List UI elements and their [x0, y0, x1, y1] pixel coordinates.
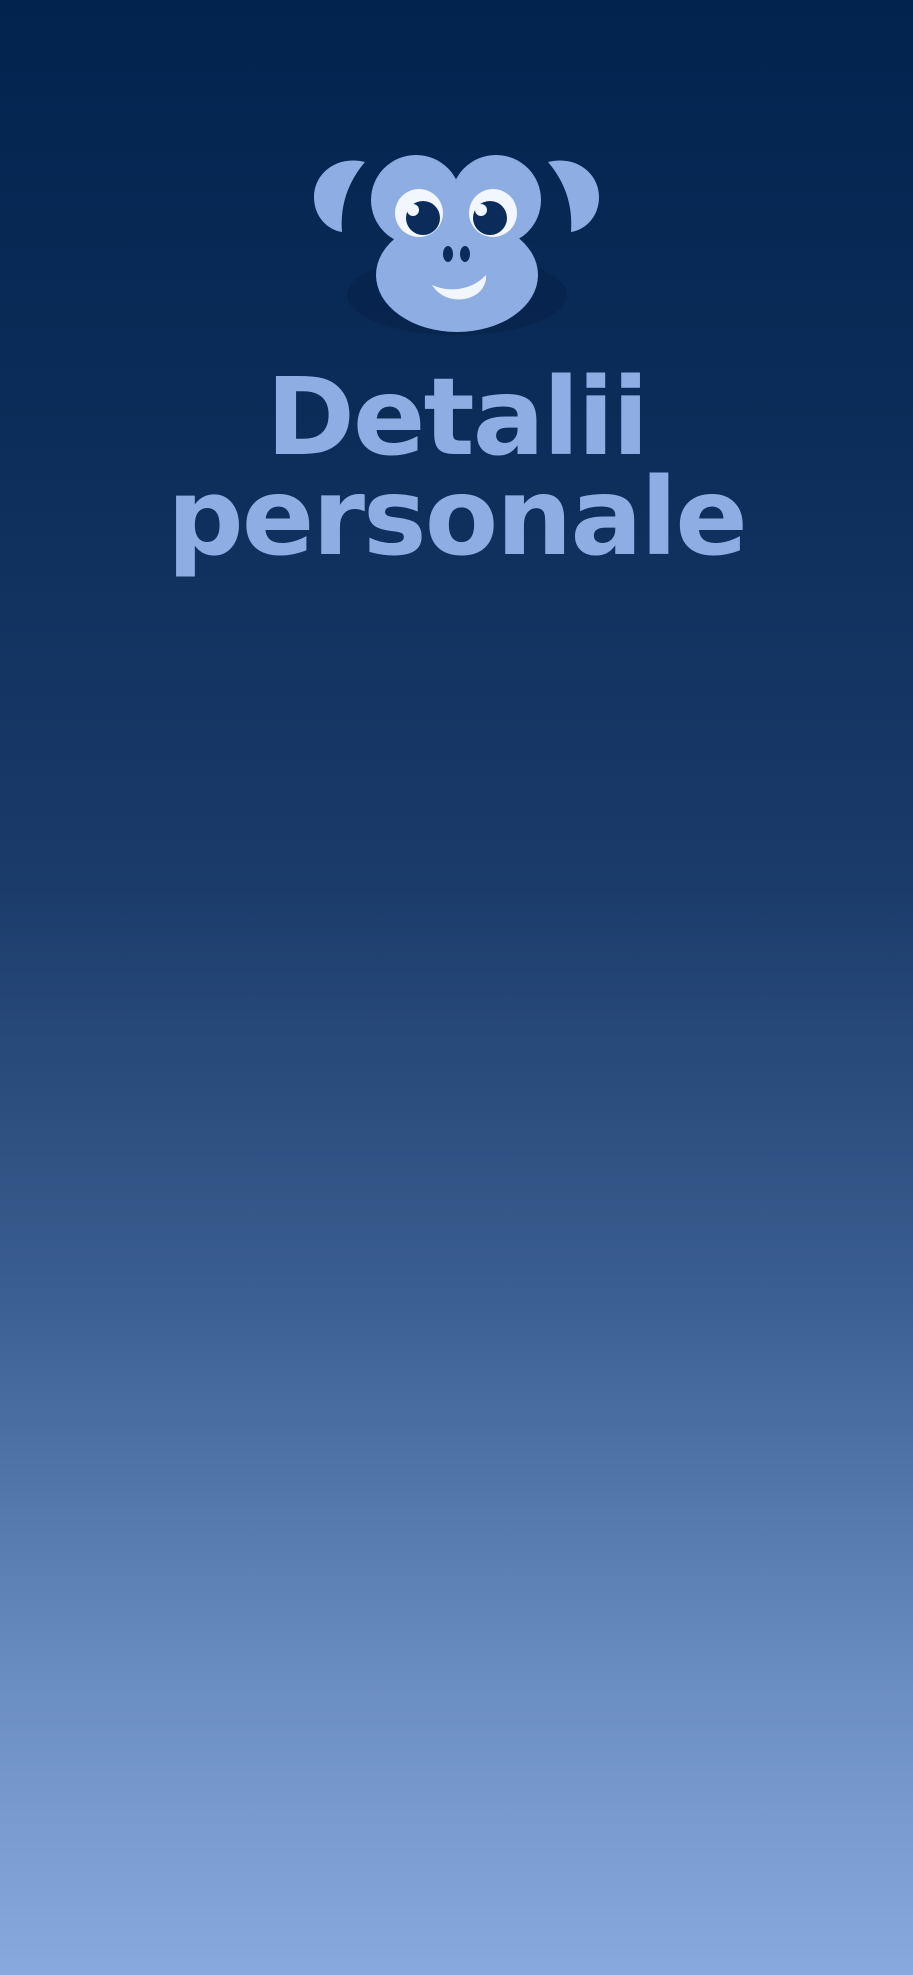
monkey-face-icon [314, 155, 599, 335]
logo [310, 150, 603, 340]
page-title-line-1: Detalii [266, 356, 649, 480]
page-title-line-2: personale [167, 456, 748, 580]
page-title: Detalii personale [0, 356, 913, 580]
screen: Detalii personale [0, 0, 913, 1975]
